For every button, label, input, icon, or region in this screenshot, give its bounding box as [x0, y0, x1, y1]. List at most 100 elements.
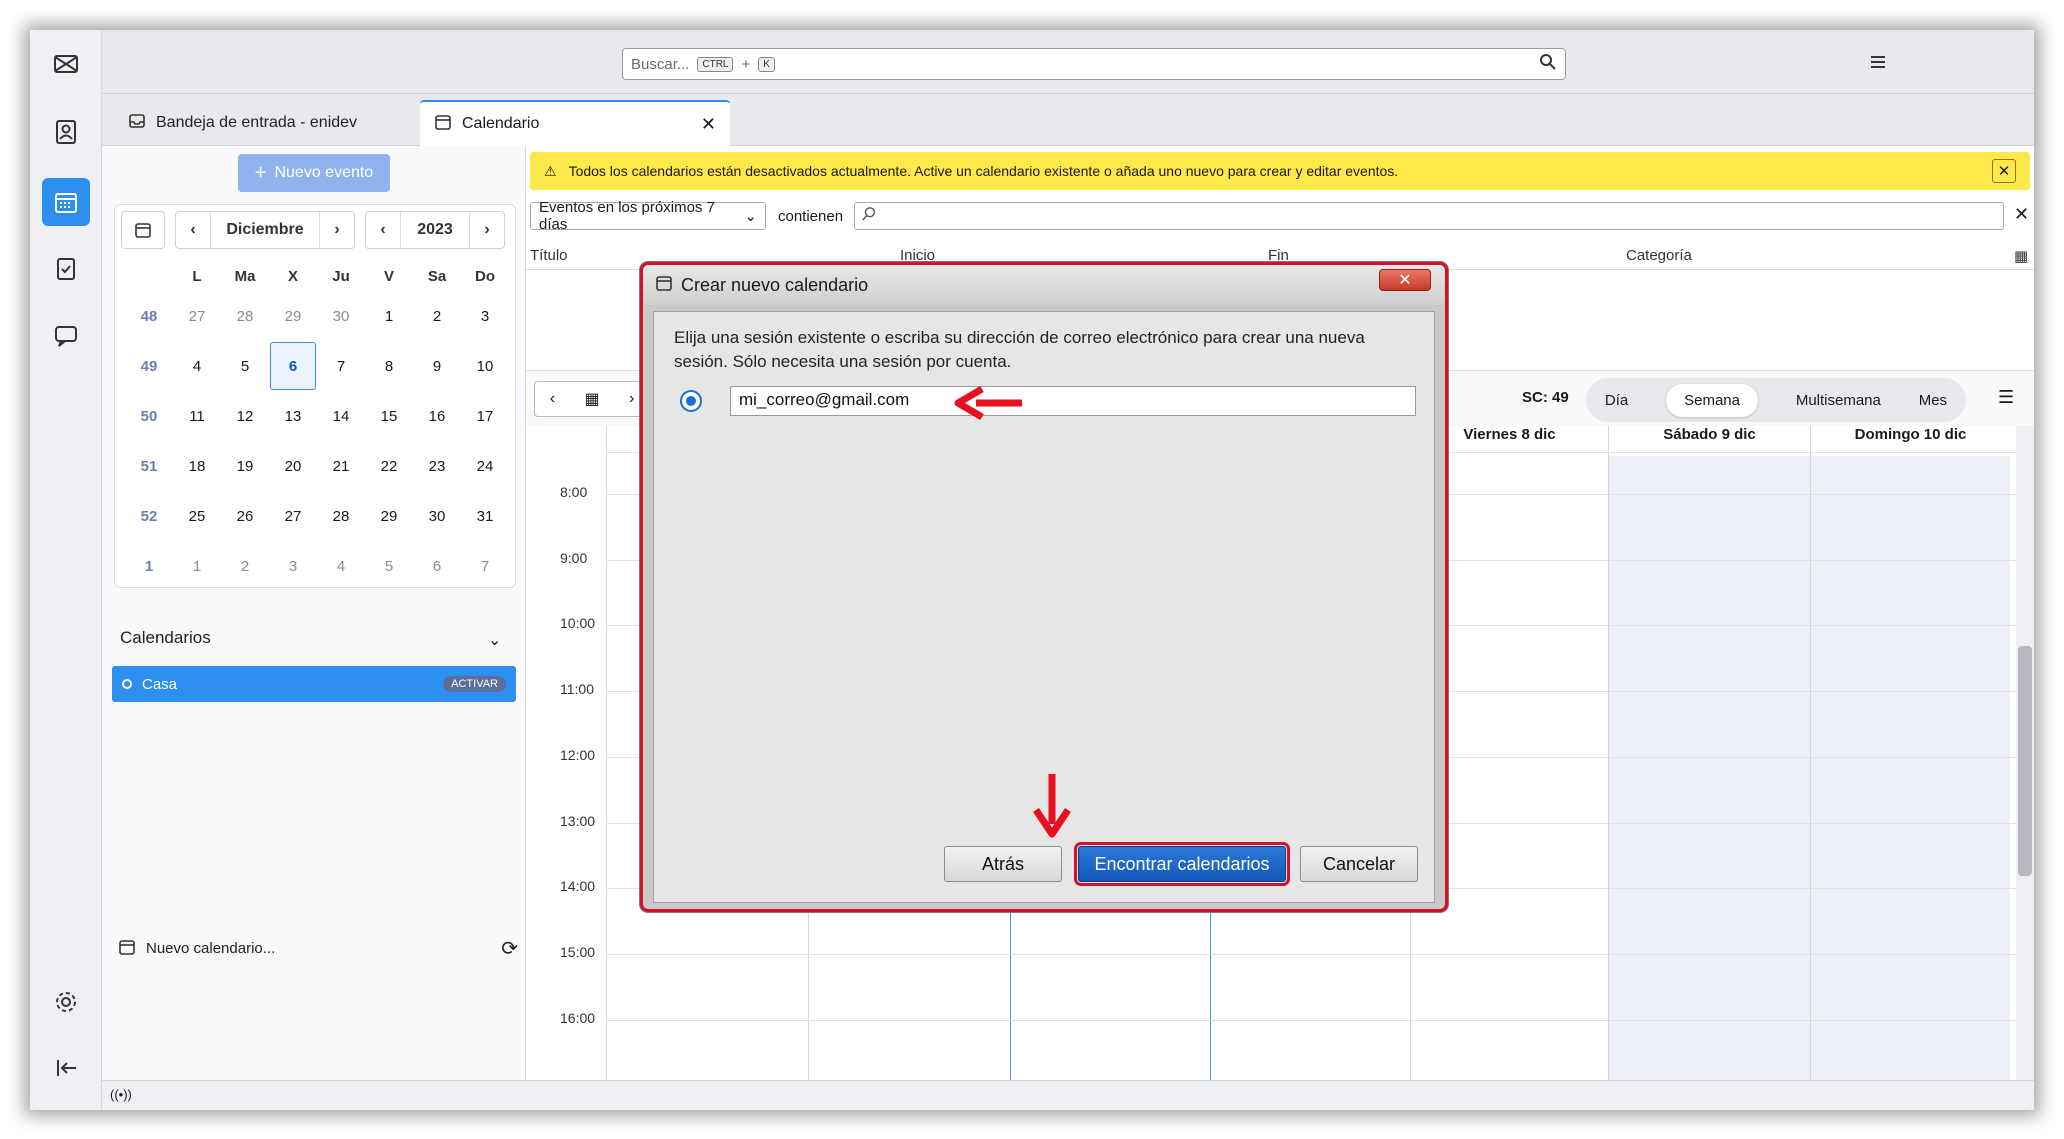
column-picker-icon[interactable]: ▦ [2014, 247, 2028, 265]
day-cell[interactable]: 31 [461, 508, 509, 525]
day-cell[interactable]: 15 [365, 408, 413, 425]
day-cell[interactable]: 16 [413, 408, 461, 425]
day-cell[interactable]: 28 [317, 508, 365, 525]
collapse-rail-icon[interactable] [48, 1050, 84, 1086]
day-cell[interactable]: 29 [269, 308, 317, 325]
scrollbar-thumb[interactable] [2018, 646, 2032, 876]
hour-label: 16:00 [560, 1010, 596, 1026]
new-calendar-link[interactable]: Nuevo calendario... ⟳ [118, 936, 518, 961]
calendar-list-item-casa[interactable]: Casa ACTIVAR [112, 666, 516, 702]
settings-gear-icon[interactable] [48, 984, 84, 1020]
day-cell[interactable]: 20 [269, 458, 317, 475]
day-cell[interactable]: 27 [269, 508, 317, 525]
tab-calendar[interactable]: Calendario ✕ [420, 100, 730, 146]
day-cell[interactable]: 30 [413, 508, 461, 525]
online-status-icon[interactable]: ((•)) [110, 1087, 132, 1102]
view-settings-icon[interactable]: ☰ [1998, 387, 2014, 408]
day-cell[interactable]: 21 [317, 458, 365, 475]
today-icon[interactable]: ▦ [584, 389, 599, 409]
close-tab-icon[interactable]: ✕ [701, 114, 716, 135]
day-cell[interactable]: 26 [221, 508, 269, 525]
day-cell[interactable]: 3 [461, 308, 509, 325]
day-cell[interactable]: 10 [461, 358, 509, 375]
view-week-button[interactable]: Semana [1666, 383, 1758, 417]
today-day-cell[interactable]: 6 [270, 342, 316, 390]
next-year-icon[interactable]: › [470, 212, 504, 248]
new-session-radio[interactable] [680, 390, 702, 412]
day-cell[interactable]: 17 [461, 408, 509, 425]
global-search-input[interactable]: Buscar... CTRL + K [622, 48, 1566, 80]
chat-icon[interactable] [48, 318, 84, 354]
hour-label: 14:00 [560, 878, 596, 894]
mini-calendar: ‹ Diciembre › ‹ 2023 › L Ma X Ju V Sa Do… [114, 204, 516, 588]
app-menu-icon[interactable] [1868, 52, 1888, 77]
day-cell[interactable]: 4 [317, 558, 365, 575]
day-cell[interactable]: 2 [221, 558, 269, 575]
dialog-titlebar: Crear nuevo calendario ✕ [643, 265, 1445, 305]
day-cell[interactable]: 7 [461, 558, 509, 575]
day-cell[interactable]: 8 [365, 358, 413, 375]
column-title[interactable]: Título [530, 247, 568, 264]
day-cell[interactable]: 5 [365, 558, 413, 575]
day-cell[interactable]: 22 [365, 458, 413, 475]
clear-search-icon[interactable]: ✕ [2014, 204, 2029, 225]
events-filter-select[interactable]: Eventos en los próximos 7 días ⌄ [530, 199, 766, 233]
day-cell[interactable]: 19 [221, 458, 269, 475]
day-cell[interactable]: 2 [413, 308, 461, 325]
find-calendars-button[interactable]: Encontrar calendarios [1074, 842, 1290, 886]
day-cell[interactable]: 12 [221, 408, 269, 425]
day-cell[interactable]: 18 [173, 458, 221, 475]
column-category[interactable]: Categoría [1626, 247, 1692, 264]
event-search-input[interactable] [854, 202, 2004, 230]
view-multiweek-button[interactable]: Multisemana [1796, 392, 1881, 409]
day-cell[interactable]: 4 [173, 358, 221, 375]
prev-year-icon[interactable]: ‹ [366, 212, 400, 248]
next-month-icon[interactable]: › [320, 212, 354, 248]
view-month-button[interactable]: Mes [1919, 392, 1947, 409]
day-cell[interactable]: 23 [413, 458, 461, 475]
day-header-sunday[interactable]: Domingo 10 dic [1810, 426, 2010, 452]
day-cell[interactable]: 30 [317, 308, 365, 325]
address-book-icon[interactable] [48, 114, 84, 150]
view-day-button[interactable]: Día [1605, 392, 1628, 409]
vertical-scrollbar[interactable] [2016, 426, 2034, 1080]
mail-icon[interactable] [48, 46, 84, 82]
chevron-down-icon[interactable]: ⌄ [488, 630, 501, 650]
weekday-header: Do [475, 267, 495, 285]
next-week-icon[interactable]: › [629, 390, 634, 408]
day-cell[interactable]: 9 [413, 358, 461, 375]
dialog-close-button[interactable]: ✕ [1379, 269, 1431, 291]
day-cell[interactable]: 5 [221, 358, 269, 375]
search-icon[interactable] [1539, 53, 1557, 75]
tasks-icon[interactable] [48, 250, 84, 286]
day-cell[interactable]: 11 [173, 408, 221, 425]
tab-inbox[interactable]: Bandeja de entrada - enidev [114, 100, 424, 146]
day-cell[interactable]: 6 [413, 558, 461, 575]
refresh-icon[interactable]: ⟳ [501, 936, 518, 961]
cancel-button[interactable]: Cancelar [1300, 846, 1418, 882]
back-button[interactable]: Atrás [944, 846, 1062, 882]
plus-icon: + [254, 161, 267, 184]
day-cell[interactable]: 28 [221, 308, 269, 325]
email-field[interactable]: mi_correo@gmail.com [730, 386, 1416, 416]
day-cell[interactable]: 24 [461, 458, 509, 475]
day-cell[interactable]: 14 [317, 408, 365, 425]
close-warning-icon[interactable]: ✕ [1992, 159, 2016, 183]
day-cell[interactable]: 3 [269, 558, 317, 575]
prev-week-icon[interactable]: ‹ [550, 390, 555, 408]
day-cell[interactable]: 27 [173, 308, 221, 325]
activate-badge[interactable]: ACTIVAR [443, 676, 506, 692]
day-cell[interactable]: 7 [317, 358, 365, 375]
day-cell[interactable]: 29 [365, 508, 413, 525]
calendar-icon[interactable] [42, 178, 90, 226]
day-cell[interactable]: 13 [269, 408, 317, 425]
new-event-button[interactable]: + Nuevo evento [238, 154, 390, 192]
today-button[interactable] [121, 211, 165, 249]
calendars-header[interactable]: Calendarios [120, 628, 211, 648]
day-header-saturday[interactable]: Sábado 9 dic [1608, 426, 1810, 452]
dialog-title: Crear nuevo calendario [681, 274, 869, 295]
prev-month-icon[interactable]: ‹ [176, 212, 210, 248]
day-cell[interactable]: 1 [365, 308, 413, 325]
day-cell[interactable]: 1 [173, 558, 221, 575]
day-cell[interactable]: 25 [173, 508, 221, 525]
